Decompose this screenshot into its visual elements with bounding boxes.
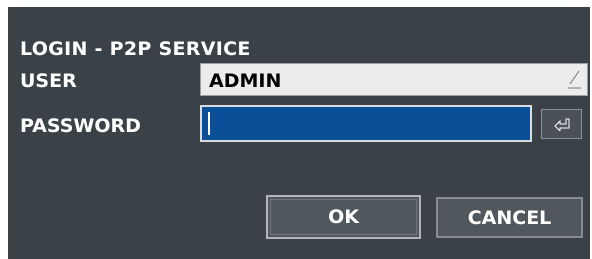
dialog-title: LOGIN - P2P SERVICE bbox=[20, 38, 251, 60]
corner-edit-icon bbox=[568, 70, 581, 89]
password-enter-button[interactable] bbox=[541, 109, 582, 139]
password-input[interactable] bbox=[200, 105, 532, 142]
user-value: ADMIN bbox=[209, 70, 282, 92]
text-caret bbox=[208, 112, 210, 135]
user-select[interactable]: ADMIN bbox=[200, 63, 588, 96]
ok-button-label: OK bbox=[328, 206, 359, 228]
enter-return-icon bbox=[553, 118, 569, 131]
ok-button[interactable]: OK bbox=[266, 195, 421, 239]
cancel-button[interactable]: CANCEL bbox=[436, 197, 583, 238]
user-label: USER bbox=[20, 70, 77, 92]
password-label: PASSWORD bbox=[20, 115, 141, 137]
cancel-button-label: CANCEL bbox=[467, 206, 552, 229]
